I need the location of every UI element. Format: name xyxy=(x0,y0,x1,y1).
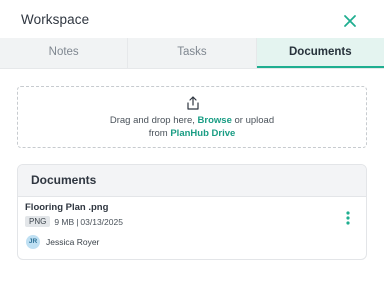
avatar: JR xyxy=(26,235,40,249)
kebab-menu-icon[interactable] xyxy=(343,210,353,226)
file-size: 9 MB xyxy=(54,216,75,227)
workspace-panel: Workspace Notes Tasks Documents Drag and… xyxy=(0,0,384,295)
browse-link[interactable]: Browse xyxy=(198,115,232,126)
documents-header: Documents xyxy=(18,165,366,197)
upload-icon xyxy=(186,96,200,111)
uploader-name: Jessica Royer xyxy=(46,237,100,247)
dropzone-instructions: Drag and drop here, Browse or upload xyxy=(18,115,366,126)
tab-bar: Notes Tasks Documents xyxy=(0,38,384,69)
dropzone-instructions-line2: from PlanHub Drive xyxy=(18,128,366,139)
panel-header: Workspace xyxy=(0,4,384,38)
upload-date: 03/13/2025 xyxy=(80,216,123,227)
tab-tasks[interactable]: Tasks xyxy=(128,38,257,68)
dropzone-text-after: or upload xyxy=(234,115,275,126)
dropzone-text-before: Drag and drop here, xyxy=(109,115,195,126)
panel-title: Workspace xyxy=(21,12,90,27)
close-icon[interactable] xyxy=(341,12,359,30)
planhub-drive-link[interactable]: PlanHub Drive xyxy=(170,128,235,139)
meta-separator: | xyxy=(76,216,79,227)
file-type-badge: PNG xyxy=(25,216,51,227)
tab-documents[interactable]: Documents xyxy=(256,38,384,68)
document-name[interactable]: Flooring Plan .png xyxy=(25,202,108,213)
document-meta: PNG 9 MB | 03/13/2025 xyxy=(25,216,123,227)
tab-notes[interactable]: Notes xyxy=(0,38,129,68)
dropzone-text-from: from xyxy=(148,128,168,139)
documents-card: Documents Flooring Plan .png PNG 9 MB | … xyxy=(17,164,367,260)
upload-dropzone[interactable]: Drag and drop here, Browse or upload fro… xyxy=(17,86,367,148)
